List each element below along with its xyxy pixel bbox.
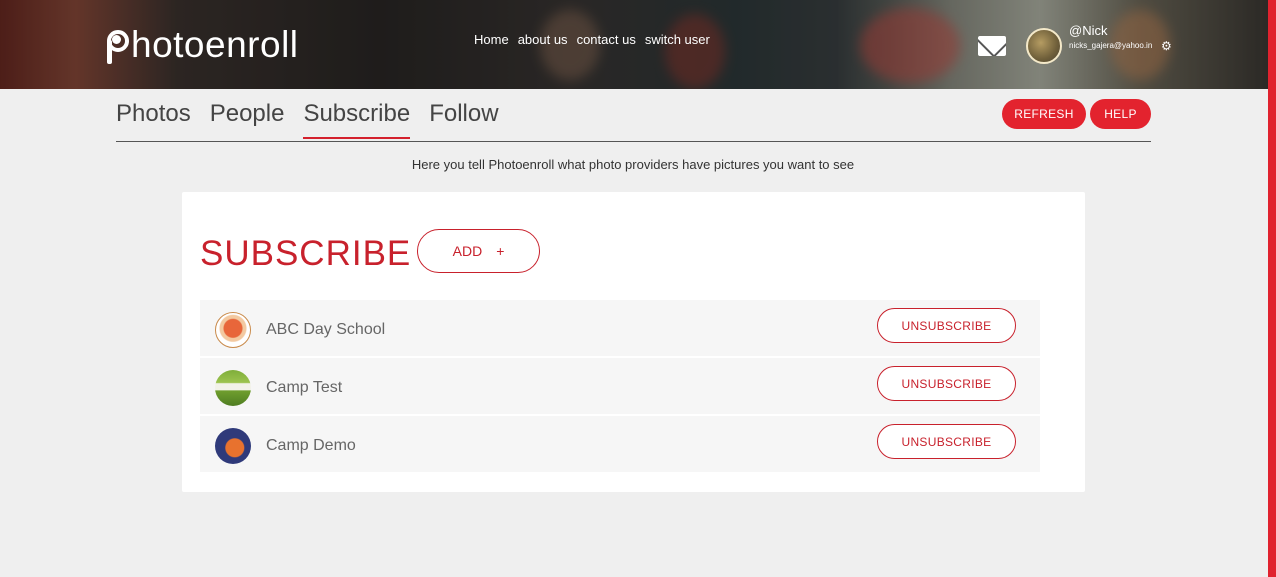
- header-banner: hotoenroll Home about us contact us swit…: [0, 0, 1268, 89]
- list-item: Camp Demo UNSUBSCRIBE: [200, 416, 1040, 472]
- list-item: ABC Day School UNSUBSCRIBE: [200, 300, 1040, 356]
- avatar[interactable]: [1026, 28, 1062, 64]
- nav-home-link[interactable]: Home: [474, 32, 509, 47]
- list-item: Camp Test UNSUBSCRIBE: [200, 358, 1040, 414]
- provider-name: Camp Test: [266, 379, 343, 396]
- nav-switch-user-link[interactable]: switch user: [645, 32, 710, 47]
- help-button[interactable]: HELP: [1090, 99, 1151, 129]
- section-title: SUBSCRIBE: [200, 234, 412, 273]
- camp-test-logo-icon: [215, 370, 251, 406]
- provider-name: ABC Day School: [266, 321, 386, 338]
- tab-photos[interactable]: Photos: [116, 100, 191, 139]
- scrollbar[interactable]: [1268, 0, 1276, 577]
- tab-follow[interactable]: Follow: [429, 100, 498, 139]
- add-provider-button[interactable]: ADD +: [417, 229, 540, 273]
- refresh-button[interactable]: REFRESH: [1002, 99, 1086, 129]
- user-email: nicks_gajera@yahoo.in: [1069, 41, 1153, 50]
- abc-day-school-logo-icon: [215, 312, 251, 348]
- tab-people[interactable]: People: [210, 100, 285, 139]
- tab-divider: [116, 141, 1151, 142]
- top-nav: Home about us contact us switch user: [474, 32, 710, 47]
- user-name: @Nick: [1069, 23, 1108, 38]
- tab-subscribe[interactable]: Subscribe: [303, 100, 411, 140]
- nav-about-link[interactable]: about us: [518, 32, 568, 47]
- mail-icon[interactable]: [978, 36, 1006, 56]
- provider-list: ABC Day School UNSUBSCRIBE Camp Test UNS…: [200, 300, 1040, 474]
- add-button-label: ADD: [452, 243, 483, 259]
- logo-mark-icon: [107, 24, 129, 64]
- unsubscribe-button[interactable]: UNSUBSCRIBE: [877, 366, 1016, 401]
- gear-icon[interactable]: ⚙: [1161, 40, 1172, 52]
- main-tabs: Photos People Subscribe Follow: [116, 100, 518, 140]
- photoenroll-logo[interactable]: hotoenroll: [107, 22, 299, 66]
- subscribe-card: SUBSCRIBE ADD + ABC Day School UNSUBSCRI…: [182, 192, 1085, 492]
- provider-name: Camp Demo: [266, 437, 356, 454]
- unsubscribe-button[interactable]: UNSUBSCRIBE: [877, 308, 1016, 343]
- logo-text: hotoenroll: [131, 23, 299, 65]
- unsubscribe-button[interactable]: UNSUBSCRIBE: [877, 424, 1016, 459]
- camp-demo-logo-icon: [215, 428, 251, 464]
- nav-contact-link[interactable]: contact us: [577, 32, 636, 47]
- plus-icon: +: [496, 243, 505, 259]
- page-description: Here you tell Photoenroll what photo pro…: [411, 157, 855, 172]
